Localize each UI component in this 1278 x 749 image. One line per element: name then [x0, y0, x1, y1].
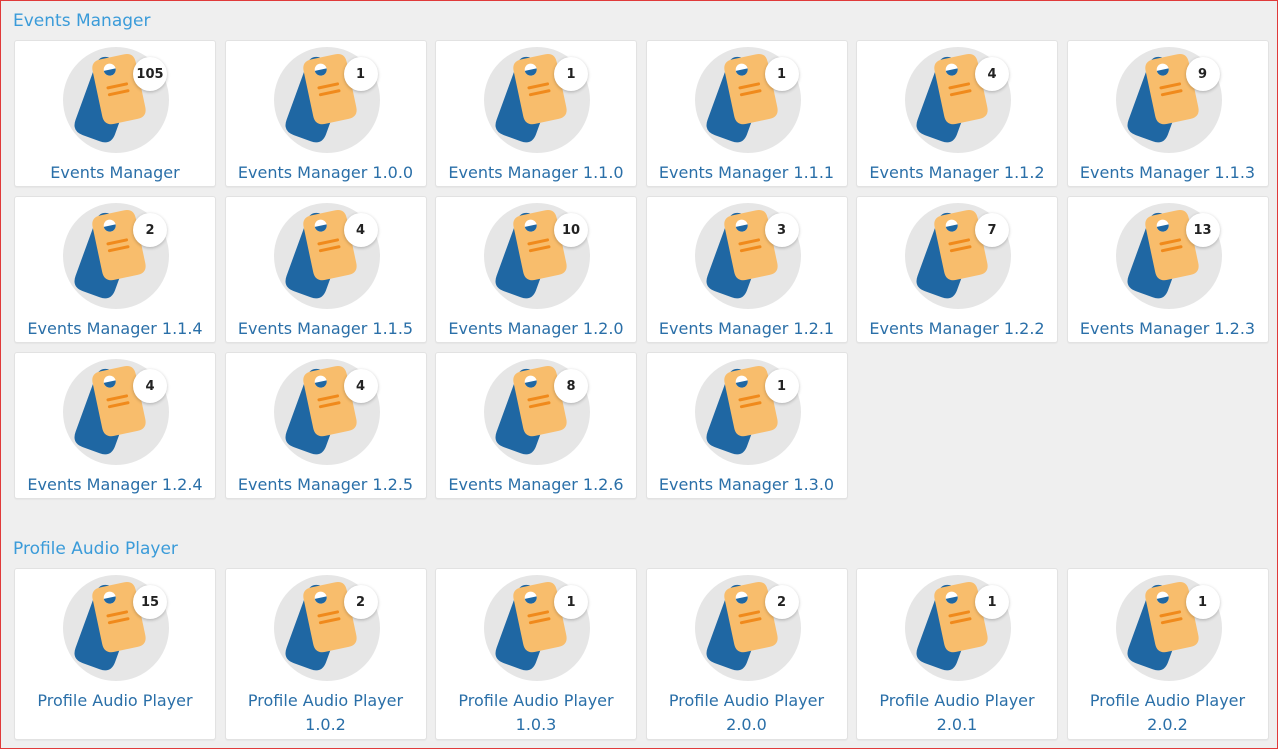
- count-badge: 1: [554, 585, 588, 619]
- tile-label: Events Manager 1.0.0: [237, 163, 414, 182]
- app-tile[interactable]: 1 Events Manager 1.0.0: [224, 40, 427, 187]
- count-badge: 1: [1185, 585, 1220, 619]
- count-badge: 1: [764, 369, 799, 403]
- tag-icon: 15: [62, 574, 170, 682]
- tag-icon: 9: [1115, 46, 1223, 154]
- tile-label: Events Manager 1.1.1: [658, 163, 835, 182]
- tile-label: Profile Audio Player 1.0.3: [458, 691, 614, 734]
- count-badge: 13: [1185, 213, 1220, 247]
- app-tile[interactable]: 105 Events Manager: [14, 40, 216, 187]
- app-tile[interactable]: 1 Profile Audio Player 2.0.2: [1066, 568, 1269, 740]
- app-tile[interactable]: 4 Events Manager 1.2.4: [14, 352, 216, 499]
- count-badge: 1: [764, 57, 799, 91]
- profile-audio-player-grid: 15 Profile Audio Player 2 Profile Audio Pl…: [14, 568, 1269, 740]
- tile-label: Events Manager 1.1.3: [1079, 163, 1256, 182]
- tag-icon: 1: [694, 46, 802, 154]
- tag-icon: 105: [62, 46, 170, 154]
- tag-icon: 10: [483, 202, 591, 310]
- tag-icon: 4: [904, 46, 1012, 154]
- app-tile[interactable]: 10 Events Manager 1.2.0: [435, 196, 637, 343]
- app-tile[interactable]: 7 Events Manager 1.2.2: [856, 196, 1058, 343]
- app-tile[interactable]: 4 Events Manager 1.2.5: [224, 352, 427, 499]
- tile-label: Events Manager 1.2.0: [448, 319, 624, 338]
- tag-icon: 1: [694, 358, 802, 466]
- tag-icon: 1: [1115, 574, 1223, 682]
- tile-label: Events Manager 1.1.0: [448, 163, 624, 182]
- app-tile[interactable]: 2 Profile Audio Player 2.0.0: [645, 568, 848, 740]
- tile-label: Profile Audio Player 1.0.2: [247, 691, 404, 734]
- count-badge: 3: [764, 213, 799, 247]
- tile-label: Profile Audio Player 2.0.2: [1089, 691, 1246, 734]
- count-badge: 9: [1185, 57, 1220, 91]
- app-tile[interactable]: 1 Events Manager 1.1.1: [645, 40, 848, 187]
- app-tile[interactable]: 1 Profile Audio Player 2.0.1: [856, 568, 1058, 740]
- section-title-events-manager: Events Manager: [13, 11, 151, 31]
- tag-icon: 1: [483, 46, 591, 154]
- app-tile[interactable]: 2 Profile Audio Player 1.0.2: [224, 568, 427, 740]
- count-badge: 1: [343, 57, 378, 91]
- tile-label: Events Manager 1.2.6: [448, 475, 624, 494]
- tag-icon: 4: [62, 358, 170, 466]
- tag-icon: 4: [273, 202, 381, 310]
- count-badge: 105: [133, 57, 167, 91]
- section-title-profile-audio-player: Profile Audio Player: [13, 539, 178, 559]
- tile-label: Profile Audio Player 2.0.1: [879, 691, 1035, 734]
- app-tile[interactable]: 1 Profile Audio Player 1.0.3: [435, 568, 637, 740]
- count-badge: 4: [133, 369, 167, 403]
- tile-label: Events Manager 1.2.4: [27, 475, 203, 494]
- app-tile[interactable]: 1 Events Manager 1.1.0: [435, 40, 637, 187]
- tile-label: Profile Audio Player 2.0.0: [668, 691, 825, 734]
- tile-label: Profile Audio Player: [37, 691, 193, 710]
- tile-label: Events Manager 1.2.3: [1079, 319, 1256, 338]
- count-badge: 1: [975, 585, 1009, 619]
- tile-label: Events Manager 1.2.1: [658, 319, 835, 338]
- tile-label: Events Manager 1.2.5: [237, 475, 414, 494]
- count-badge: 4: [343, 369, 378, 403]
- tag-icon: 1: [904, 574, 1012, 682]
- app-tile[interactable]: 15 Profile Audio Player: [14, 568, 216, 740]
- app-tile[interactable]: 3 Events Manager 1.2.1: [645, 196, 848, 343]
- count-badge: 15: [133, 585, 167, 619]
- app-tile[interactable]: 4 Events Manager 1.1.5: [224, 196, 427, 343]
- count-badge: 2: [343, 585, 378, 619]
- count-badge: 10: [554, 213, 588, 247]
- tile-label: Events Manager 1.1.4: [27, 319, 203, 338]
- count-badge: 8: [554, 369, 588, 403]
- count-badge: 7: [975, 213, 1009, 247]
- tag-icon: 1: [273, 46, 381, 154]
- count-badge: 1: [554, 57, 588, 91]
- count-badge: 4: [343, 213, 378, 247]
- tag-icon: 1: [483, 574, 591, 682]
- tile-label: Events Manager: [50, 163, 180, 182]
- tag-icon: 2: [273, 574, 381, 682]
- tag-icon: 4: [273, 358, 381, 466]
- app-tile[interactable]: 9 Events Manager 1.1.3: [1066, 40, 1269, 187]
- tag-icon: 8: [483, 358, 591, 466]
- app-tile[interactable]: 4 Events Manager 1.1.2: [856, 40, 1058, 187]
- tag-icon: 2: [62, 202, 170, 310]
- tile-label: Events Manager 1.1.5: [237, 319, 414, 338]
- tile-label: Events Manager 1.3.0: [658, 475, 835, 494]
- tag-icon: 2: [694, 574, 802, 682]
- tag-icon: 7: [904, 202, 1012, 310]
- tag-icon: 13: [1115, 202, 1223, 310]
- count-badge: 2: [133, 213, 167, 247]
- app-tile[interactable]: 2 Events Manager 1.1.4: [14, 196, 216, 343]
- app-tile[interactable]: 8 Events Manager 1.2.6: [435, 352, 637, 499]
- app-tile[interactable]: 13 Events Manager 1.2.3: [1066, 196, 1269, 343]
- app-tile[interactable]: 1 Events Manager 1.3.0: [645, 352, 848, 499]
- count-badge: 4: [975, 57, 1009, 91]
- tile-label: Events Manager 1.2.2: [869, 319, 1045, 338]
- count-badge: 2: [764, 585, 799, 619]
- events-manager-grid: 105 Events Manager 1 Events Manager 1.0.0 …: [14, 40, 1269, 499]
- tag-icon: 3: [694, 202, 802, 310]
- tile-label: Events Manager 1.1.2: [869, 163, 1045, 182]
